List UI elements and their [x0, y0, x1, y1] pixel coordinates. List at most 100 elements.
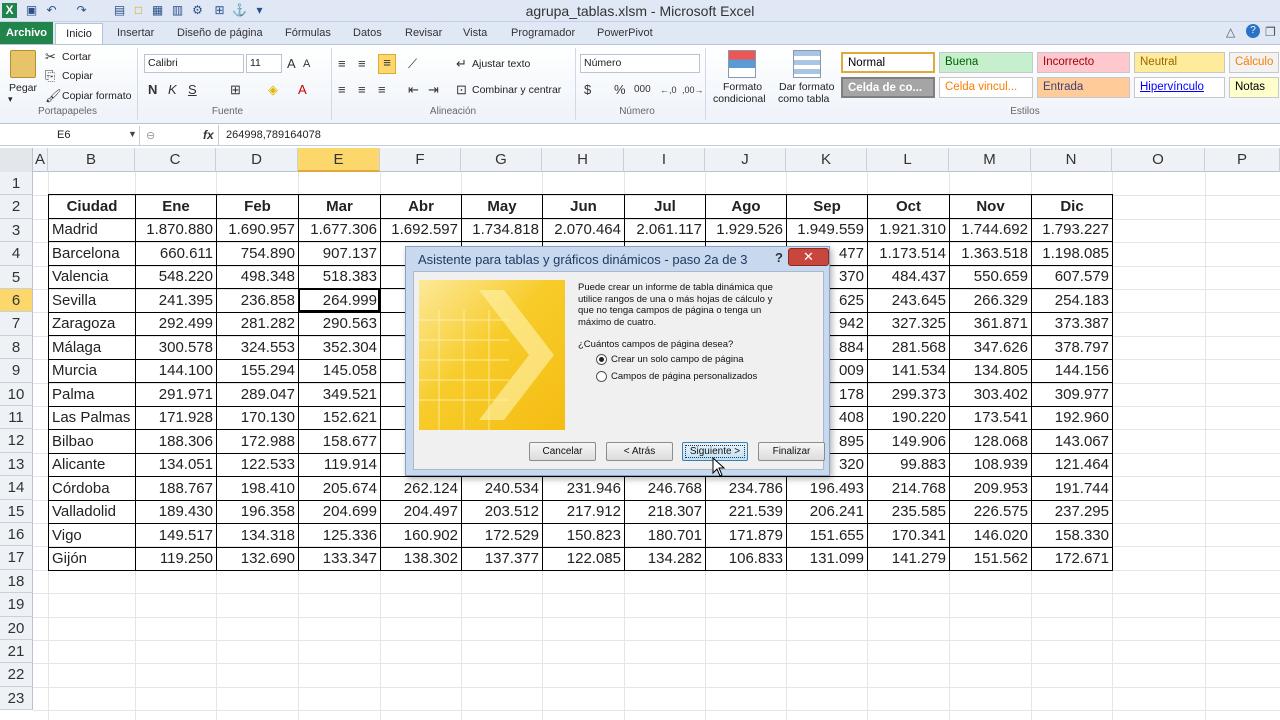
table-cell[interactable]: 246.768 — [624, 476, 706, 501]
table-cell[interactable]: 170.130 — [216, 405, 299, 430]
row-header-20[interactable]: 20 — [0, 616, 33, 640]
table-cell[interactable]: 155.294 — [216, 358, 299, 383]
table-cell[interactable]: 291.971 — [135, 382, 217, 407]
table-cell[interactable]: 206.241 — [786, 499, 868, 524]
cell-style-1[interactable]: Buena — [939, 52, 1033, 73]
thousands-icon[interactable]: 000 — [634, 82, 651, 98]
table-cell[interactable]: 660.611 — [135, 241, 217, 266]
table-cell[interactable]: 241.395 — [135, 288, 217, 313]
tab-vista[interactable]: Vista — [463, 27, 487, 39]
column-header-f[interactable]: F — [380, 148, 461, 172]
table-cell[interactable]: 196.493 — [786, 476, 868, 501]
table-cell[interactable]: 141.534 — [867, 358, 950, 383]
table-cell[interactable]: 173.541 — [949, 405, 1032, 430]
table-cell[interactable]: 378.797 — [1031, 335, 1113, 360]
table-cell[interactable]: Vigo — [48, 523, 136, 548]
table-cell[interactable]: 217.912 — [542, 499, 625, 524]
name-box[interactable]: E6 — [0, 126, 140, 145]
table-header-cell[interactable]: Abr — [380, 194, 462, 219]
paste-icon[interactable] — [10, 50, 36, 78]
table-cell[interactable]: Las Palmas — [48, 405, 136, 430]
table-cell[interactable]: 121.464 — [1031, 452, 1113, 477]
column-header-j[interactable]: J — [705, 148, 786, 172]
table-cell[interactable]: 151.655 — [786, 523, 868, 548]
table-header-cell[interactable]: Mar — [298, 194, 381, 219]
radio-single-page-field[interactable] — [596, 354, 607, 365]
copy-button[interactable]: Copiar — [62, 70, 93, 82]
cut-button[interactable]: Cortar — [62, 51, 91, 63]
table-cell[interactable]: 607.579 — [1031, 264, 1113, 289]
table-cell[interactable]: 196.358 — [216, 499, 299, 524]
table-header-cell[interactable]: Dic — [1031, 194, 1113, 219]
tab-formulas[interactable]: Fórmulas — [285, 27, 331, 39]
table-cell[interactable]: 144.156 — [1031, 358, 1113, 383]
table-cell[interactable]: 143.067 — [1031, 429, 1113, 454]
table-cell[interactable]: Madrid — [48, 217, 136, 242]
table-cell[interactable]: 1.692.597 — [380, 217, 462, 242]
column-header-a[interactable]: A — [33, 148, 48, 172]
table-cell[interactable]: 1.870.880 — [135, 217, 217, 242]
table-cell[interactable]: 1.949.559 — [786, 217, 868, 242]
option-custom-page-fields-label[interactable]: Campos de página personalizados — [611, 371, 757, 383]
table-cell[interactable]: 204.699 — [298, 499, 381, 524]
table-cell[interactable]: 235.585 — [867, 499, 950, 524]
table-cell[interactable]: Zaragoza — [48, 311, 136, 336]
tab-revisar[interactable]: Revisar — [405, 27, 442, 39]
cell-style-4[interactable]: Cálculo — [1229, 52, 1279, 73]
table-cell[interactable]: 1.677.306 — [298, 217, 381, 242]
row-header-7[interactable]: 7 — [0, 312, 33, 336]
cell-style-8[interactable]: Hipervínculo — [1134, 77, 1225, 98]
table-cell[interactable]: 149.517 — [135, 523, 217, 548]
row-header-19[interactable]: 19 — [0, 593, 33, 617]
table-cell[interactable]: 2.061.117 — [624, 217, 706, 242]
restore-window-icon[interactable]: ❐ — [1265, 25, 1276, 39]
table-cell[interactable]: 188.306 — [135, 429, 217, 454]
align-middle-icon[interactable]: ≡ — [358, 56, 366, 72]
table-header-cell[interactable]: Sep — [786, 194, 868, 219]
table-header-cell[interactable]: Ciudad — [48, 194, 136, 219]
table-cell[interactable]: 137.377 — [461, 546, 543, 571]
table-cell[interactable]: 221.539 — [705, 499, 787, 524]
format-painter-icon[interactable]: 🖌 — [45, 88, 62, 104]
tab-diseno-pagina[interactable]: Diseño de página — [177, 27, 263, 39]
wrap-text-button[interactable]: Ajustar texto — [472, 58, 530, 70]
table-cell[interactable]: 518.383 — [298, 264, 381, 289]
italic-icon[interactable]: K — [168, 82, 177, 98]
radio-custom-page-fields[interactable] — [596, 371, 607, 382]
table-cell[interactable]: 231.946 — [542, 476, 625, 501]
table-cell[interactable]: 309.977 — [1031, 382, 1113, 407]
table-cell[interactable]: 237.295 — [1031, 499, 1113, 524]
table-cell[interactable]: 134.051 — [135, 452, 217, 477]
table-cell[interactable]: 281.568 — [867, 335, 950, 360]
column-header-g[interactable]: G — [461, 148, 542, 172]
column-header-m[interactable]: M — [949, 148, 1031, 172]
cut-icon[interactable]: ✂ — [45, 49, 56, 65]
column-header-l[interactable]: L — [867, 148, 949, 172]
table-cell[interactable]: 133.347 — [298, 546, 381, 571]
table-cell[interactable]: 243.645 — [867, 288, 950, 313]
row-header-11[interactable]: 11 — [0, 406, 33, 430]
table-cell[interactable]: 1.363.518 — [949, 241, 1032, 266]
tab-insertar[interactable]: Insertar — [117, 27, 154, 39]
table-cell[interactable]: 234.786 — [705, 476, 787, 501]
table-cell[interactable]: 122.533 — [216, 452, 299, 477]
bold-icon[interactable]: N — [148, 82, 157, 98]
table-cell[interactable]: 128.068 — [949, 429, 1032, 454]
table-cell[interactable]: 347.626 — [949, 335, 1032, 360]
fill-color-icon[interactable]: ◈ — [268, 82, 278, 98]
table-cell[interactable]: 292.499 — [135, 311, 217, 336]
table-cell[interactable]: 150.823 — [542, 523, 625, 548]
row-header-10[interactable]: 10 — [0, 382, 33, 406]
align-bottom-icon[interactable]: ≡ — [378, 54, 396, 74]
table-cell[interactable]: 299.373 — [867, 382, 950, 407]
table-cell[interactable]: Alicante — [48, 452, 136, 477]
conditional-format-label1[interactable]: Formato — [723, 81, 762, 93]
table-cell[interactable]: 158.677 — [298, 429, 381, 454]
percent-icon[interactable]: % — [614, 82, 626, 98]
table-cell[interactable]: 266.329 — [949, 288, 1032, 313]
table-cell[interactable]: 189.430 — [135, 499, 217, 524]
table-cell[interactable]: 131.099 — [786, 546, 868, 571]
column-header-d[interactable]: D — [216, 148, 298, 172]
table-cell[interactable]: 160.902 — [380, 523, 462, 548]
dialog-close-button[interactable]: ✕ — [788, 248, 829, 266]
